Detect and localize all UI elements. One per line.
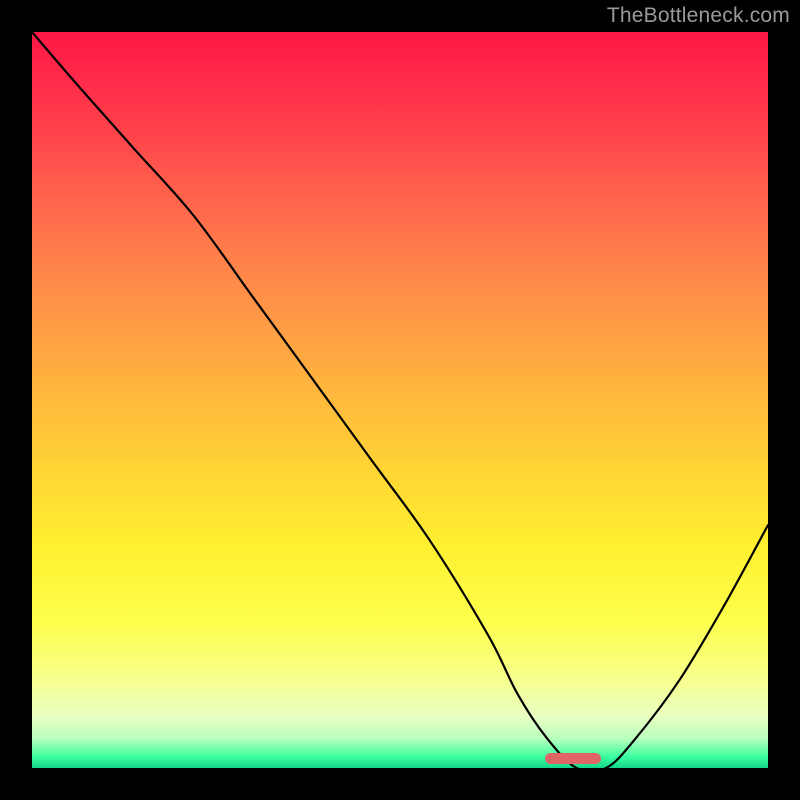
chart-frame: TheBottleneck.com — [0, 0, 800, 800]
watermark-text: TheBottleneck.com — [607, 4, 790, 28]
bottleneck-curve — [32, 32, 768, 768]
plot-area — [32, 32, 768, 768]
optimal-marker — [545, 753, 600, 764]
